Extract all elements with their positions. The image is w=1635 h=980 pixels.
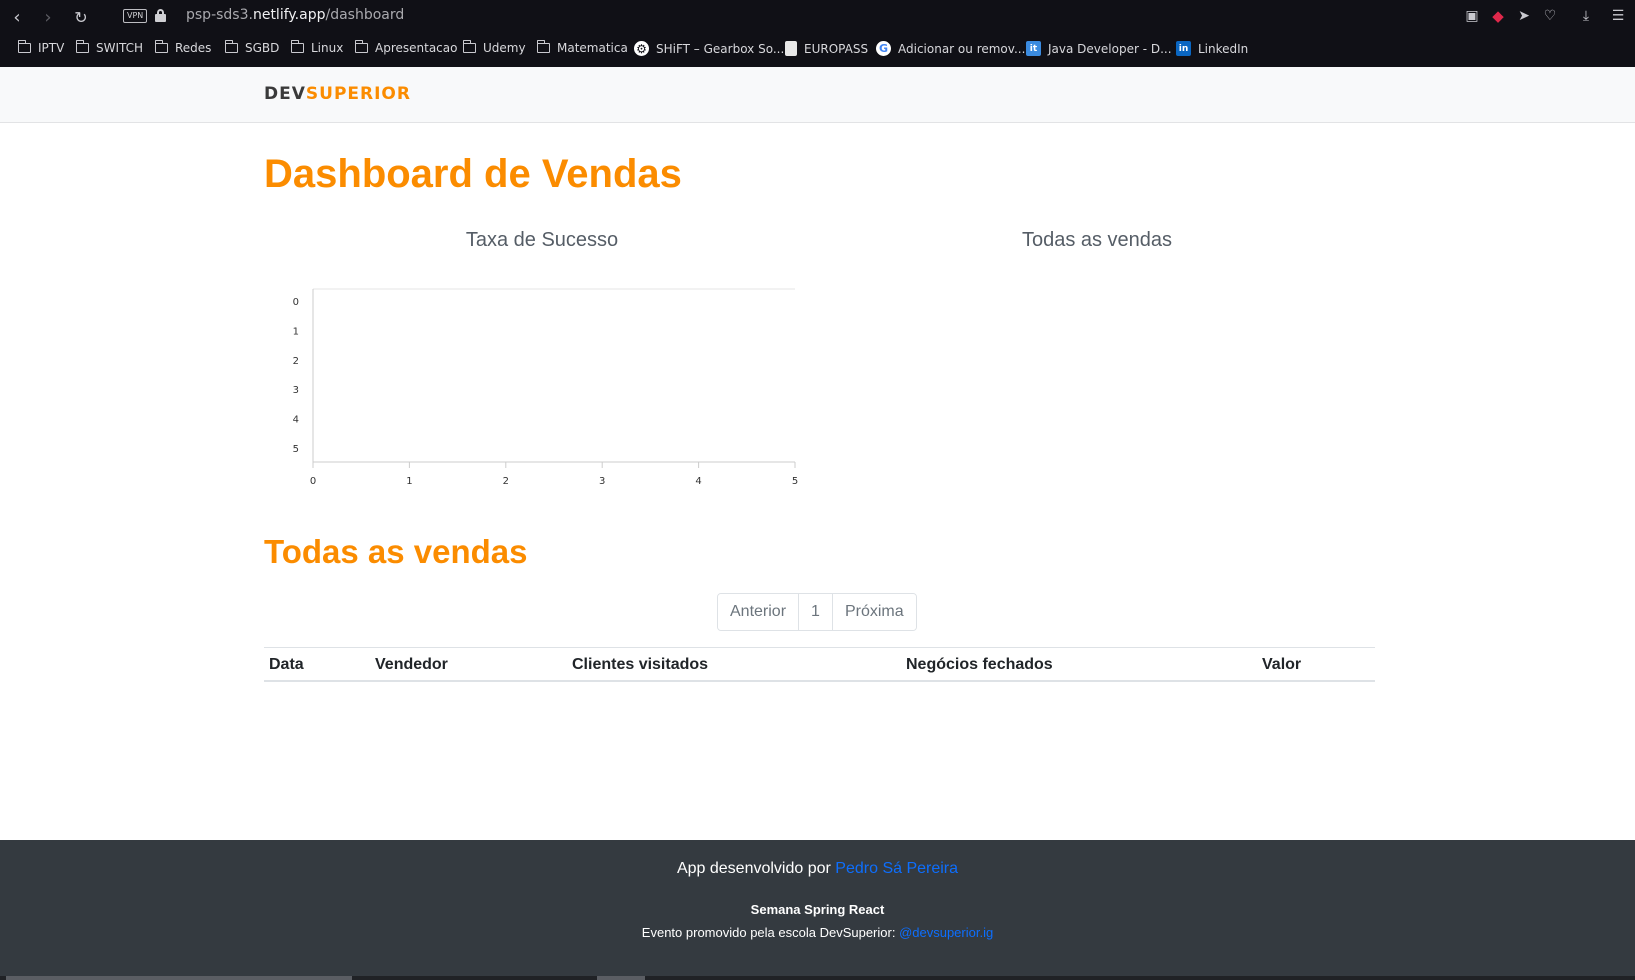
sales-table: Data Vendedor Clientes visitados Negócio… bbox=[264, 647, 1375, 682]
bookmark-label: Linux bbox=[311, 41, 344, 55]
bookmark-label: IPTV bbox=[38, 41, 65, 55]
footer-event-text: Evento promovido pela escola DevSuperior… bbox=[641, 925, 900, 940]
x-tick-label: 3 bbox=[599, 476, 605, 487]
x-tick-label: 2 bbox=[503, 476, 509, 487]
bookmark-label: EUROPASS bbox=[804, 41, 869, 56]
folder-icon bbox=[224, 40, 238, 53]
browser-statusbar bbox=[0, 976, 1635, 980]
column-header-data: Data bbox=[269, 656, 304, 673]
bookmark-java-developer[interactable]: it Java Developer - D... bbox=[1026, 41, 1172, 56]
url-prefix: psp-sds3. bbox=[186, 7, 253, 23]
author-link[interactable]: Pedro Sá Pereira bbox=[835, 860, 958, 877]
back-icon[interactable]: ‹ bbox=[6, 6, 28, 28]
column-header-vendedor: Vendedor bbox=[375, 656, 448, 673]
devsuperior-logo[interactable]: DEVSUPERIOR bbox=[264, 84, 411, 104]
footer-event-info: Evento promovido pela escola DevSuperior… bbox=[0, 925, 1635, 940]
bookmark-shift-gearbox[interactable]: ⚙ SHiFT – Gearbox So... bbox=[634, 41, 784, 56]
camera-icon[interactable]: ▣ bbox=[1462, 6, 1482, 26]
logo-dev: DEV bbox=[264, 84, 306, 104]
pagination-page-button[interactable]: 1 bbox=[798, 594, 832, 630]
vpn-badge[interactable]: VPN bbox=[123, 9, 148, 23]
bookmark-label: SWITCH bbox=[96, 41, 144, 55]
bookmark-label: Java Developer - D... bbox=[1048, 41, 1172, 56]
bookmark-label: Redes bbox=[175, 41, 212, 55]
google-icon: G bbox=[876, 41, 891, 56]
bookmark-linkedin[interactable]: in LinkedIn bbox=[1176, 41, 1248, 56]
column-header-negocios-fechados: Negócios fechados bbox=[906, 656, 1053, 673]
bookmark-linux[interactable]: Linux bbox=[290, 40, 344, 55]
bookmark-label: Udemy bbox=[483, 41, 526, 55]
x-tick-label: 1 bbox=[406, 476, 412, 487]
instagram-link[interactable]: @devsuperior.ig bbox=[899, 925, 993, 940]
column-header-clientes-visitados: Clientes visitados bbox=[572, 656, 709, 673]
y-tick-label: 0 bbox=[293, 297, 299, 308]
it-icon: it bbox=[1026, 41, 1041, 56]
footer-credit-text: App desenvolvido por bbox=[676, 860, 836, 877]
pagination-prev-button[interactable]: Anterior bbox=[718, 594, 799, 630]
folder-icon bbox=[290, 40, 304, 53]
y-tick-label: 3 bbox=[293, 385, 299, 396]
bookmark-label: SHiFT – Gearbox So... bbox=[656, 41, 785, 56]
folder-icon bbox=[354, 40, 368, 53]
footer-credit: App desenvolvido por Pedro Sá Pereira bbox=[0, 860, 1635, 878]
bookmark-redes[interactable]: Redes bbox=[154, 40, 212, 55]
success-rate-chart: 0 1 2 3 4 5 0 1 2 3 4 5 bbox=[293, 288, 798, 487]
folder-icon bbox=[154, 40, 168, 53]
bookmark-label: Matematica bbox=[557, 41, 628, 55]
bookmark-google[interactable]: G Adicionar ou remov... bbox=[876, 41, 1025, 56]
site-navbar: DEVSUPERIOR bbox=[0, 67, 1635, 123]
bookmark-iptv[interactable]: IPTV bbox=[17, 40, 65, 55]
chart-title-taxa-sucesso: Taxa de Sucesso bbox=[465, 229, 619, 251]
x-tick-label: 5 bbox=[792, 476, 798, 487]
menu-icon[interactable]: ☰ bbox=[1608, 6, 1628, 26]
document-icon bbox=[785, 41, 797, 56]
page-title: Dashboard de Vendas bbox=[264, 152, 682, 196]
x-tick-label: 0 bbox=[310, 476, 316, 487]
folder-icon bbox=[536, 40, 550, 53]
bookmarks-bar: IPTV SWITCH Redes SGBD Linux Apresentaca… bbox=[0, 33, 1635, 67]
bookmark-label: LinkedIn bbox=[1198, 41, 1249, 56]
y-tick-label: 2 bbox=[293, 356, 299, 367]
folder-icon bbox=[462, 40, 476, 53]
bookmark-udemy[interactable]: Udemy bbox=[462, 40, 526, 55]
bookmark-label: Adicionar ou remov... bbox=[898, 41, 1026, 56]
section-title: Todas as vendas bbox=[264, 533, 528, 570]
folder-icon bbox=[17, 40, 31, 53]
y-tick-label: 5 bbox=[293, 444, 299, 455]
forward-icon[interactable]: › bbox=[37, 6, 59, 28]
heart-icon[interactable]: ♡ bbox=[1540, 6, 1560, 26]
pagination: Anterior 1 Próxima bbox=[717, 593, 917, 631]
shield-icon[interactable]: ◆ bbox=[1488, 6, 1508, 26]
bookmark-matematica[interactable]: Matematica bbox=[536, 40, 628, 55]
y-tick-label: 1 bbox=[293, 326, 299, 337]
bookmark-label: Apresentacao bbox=[375, 41, 458, 55]
x-tick-label: 4 bbox=[695, 476, 701, 487]
browser-toolbar: ‹ › ↻ VPN psp-sds3.netlify.app/dashboard… bbox=[0, 0, 1635, 33]
bookmark-apresentacao[interactable]: Apresentacao bbox=[354, 40, 458, 55]
lock-icon[interactable] bbox=[155, 9, 166, 22]
linkedin-icon: in bbox=[1176, 41, 1191, 56]
send-icon[interactable]: ➤ bbox=[1514, 6, 1534, 26]
gearbox-icon: ⚙ bbox=[634, 41, 649, 56]
bookmark-europass[interactable]: EUROPASS bbox=[785, 41, 868, 56]
footer-event-title: Semana Spring React bbox=[750, 902, 885, 917]
address-bar[interactable]: psp-sds3.netlify.app/dashboard bbox=[186, 7, 404, 23]
logo-superior: SUPERIOR bbox=[305, 84, 411, 104]
pagination-next-button[interactable]: Próxima bbox=[831, 594, 916, 630]
url-domain: netlify.app bbox=[252, 7, 326, 23]
folder-icon bbox=[75, 40, 89, 53]
y-tick-label: 4 bbox=[293, 415, 299, 426]
download-icon[interactable]: ⤓ bbox=[1576, 6, 1596, 26]
column-header-valor: Valor bbox=[1262, 656, 1302, 673]
site-footer: App desenvolvido por Pedro Sá Pereira Se… bbox=[0, 840, 1635, 976]
reload-icon[interactable]: ↻ bbox=[70, 6, 92, 28]
bookmark-sgbd[interactable]: SGBD bbox=[224, 40, 280, 55]
bookmark-switch[interactable]: SWITCH bbox=[75, 40, 144, 55]
url-path: /dashboard bbox=[325, 7, 405, 23]
chart-title-todas-vendas: Todas as vendas bbox=[1021, 229, 1173, 251]
bookmark-label: SGBD bbox=[245, 41, 280, 55]
